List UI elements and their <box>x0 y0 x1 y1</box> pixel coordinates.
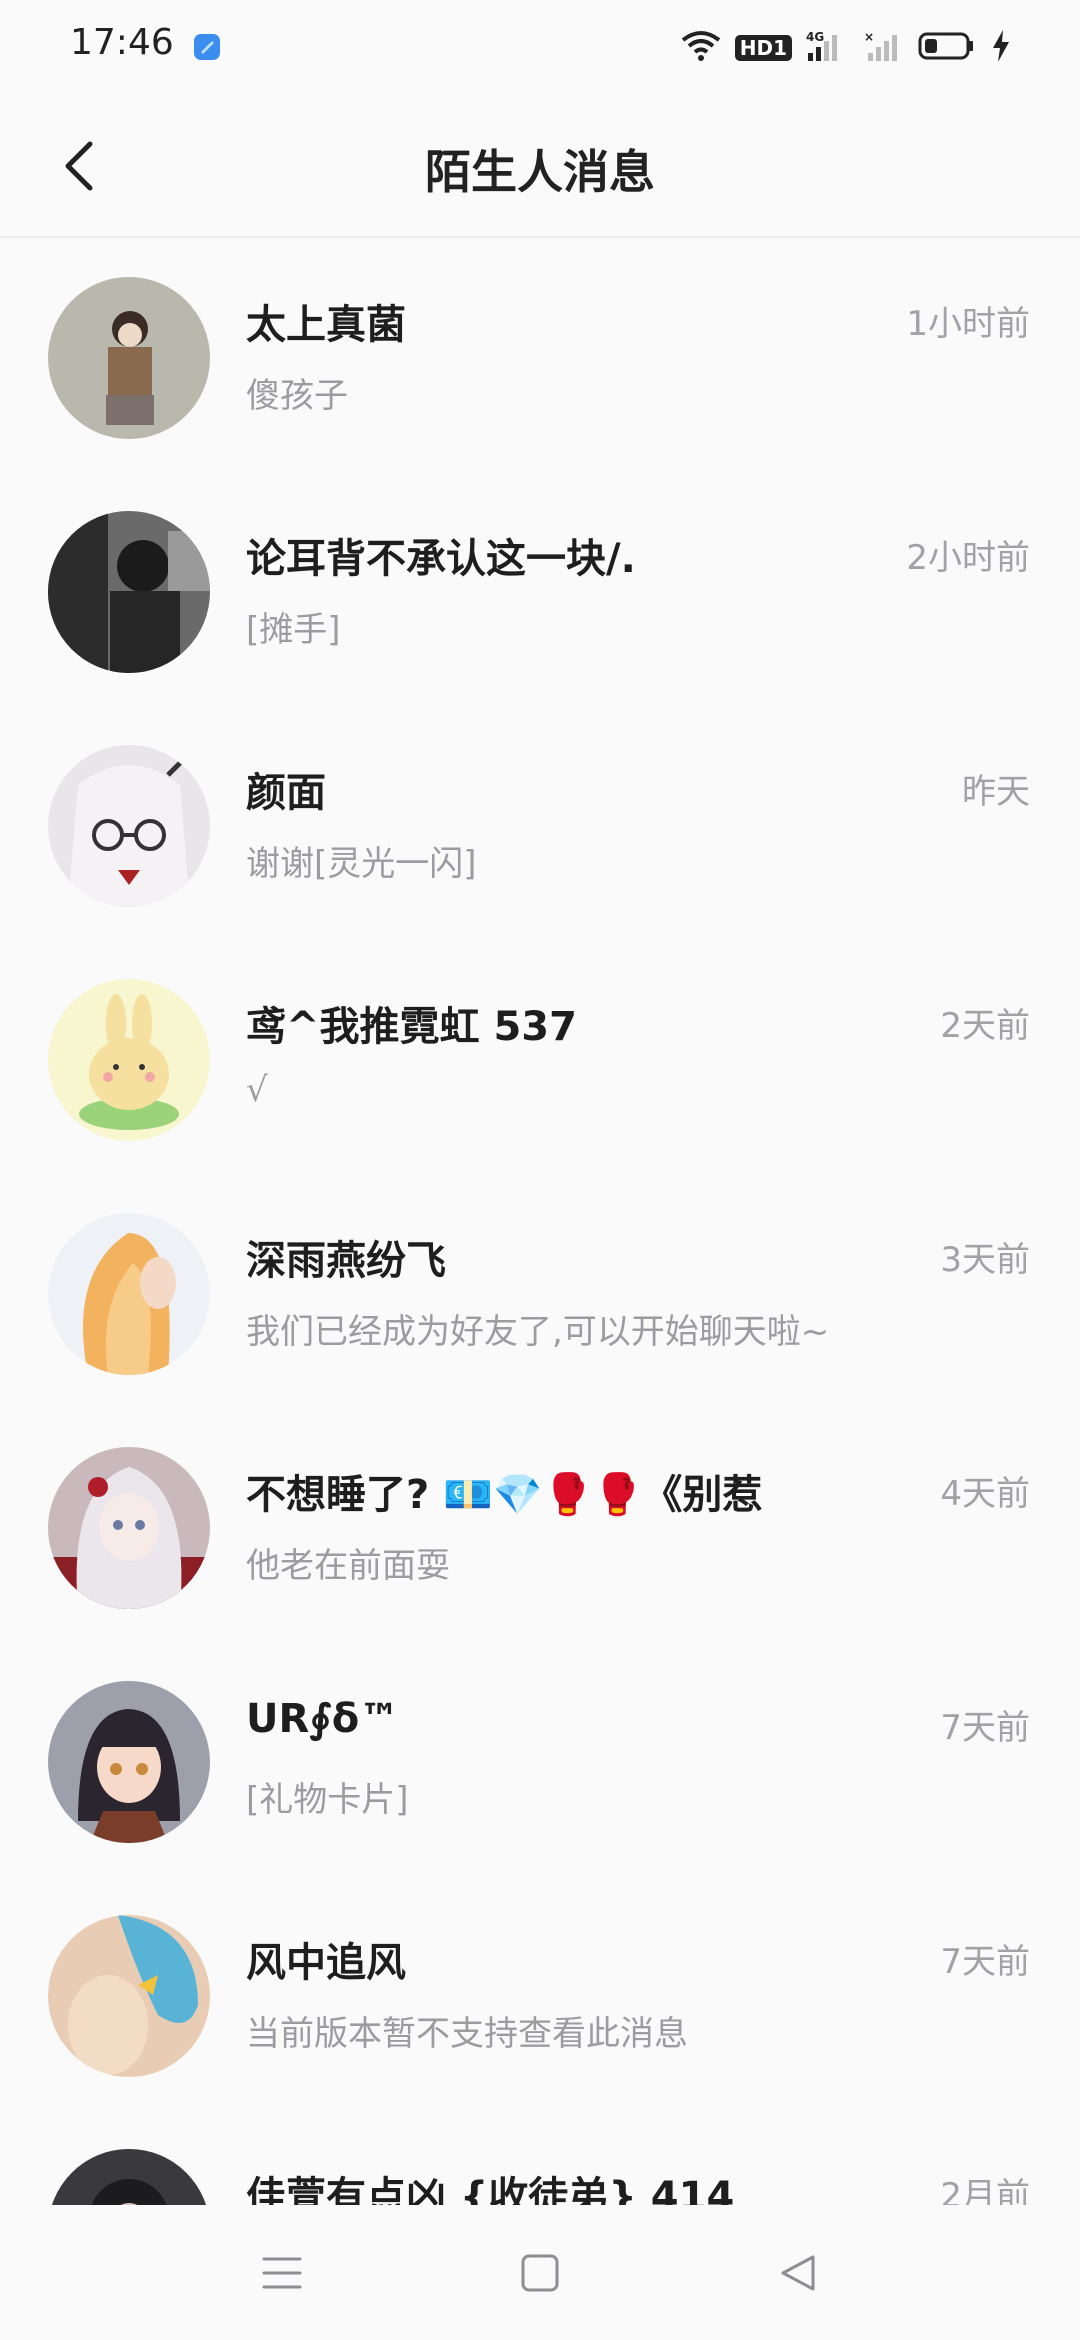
message-preview: 我们已经成为好友了,可以开始聊天啦~ <box>246 1312 830 1352</box>
message-time: 4天前 <box>940 1474 1030 1514</box>
home-square-icon <box>521 2254 559 2292</box>
menu-button[interactable] <box>252 2243 312 2303</box>
message-time: 3天前 <box>940 1240 1030 1280</box>
wifi-icon <box>681 30 721 66</box>
conversation-row[interactable]: 太上真菌 1小时前 傻孩子 <box>0 240 1080 474</box>
contact-name: 颜面 <box>246 770 326 816</box>
status-time: 17:46 <box>70 22 174 63</box>
message-time: 7天前 <box>940 1708 1030 1748</box>
avatar[interactable] <box>48 979 210 1141</box>
battery-icon <box>918 30 978 66</box>
message-time: 1小时前 <box>906 304 1030 344</box>
conversation-row[interactable]: 颜面 昨天 谢谢[灵光一闪] <box>0 708 1080 942</box>
page-title: 陌生人消息 <box>425 145 655 199</box>
app-notification-icon <box>192 32 222 62</box>
home-button[interactable] <box>510 2243 570 2303</box>
contact-name: 太上真菌 <box>246 302 406 348</box>
svg-text:×: × <box>864 30 874 44</box>
page-header: 陌生人消息 <box>0 96 1080 238</box>
message-preview: 谢谢[灵光一闪] <box>246 844 477 884</box>
message-preview: 他老在前面耍 <box>246 1546 450 1586</box>
message-time: 2天前 <box>940 1006 1030 1046</box>
conversation-row[interactable]: 风中追风 7天前 当前版本暂不支持查看此消息 <box>0 1878 1080 2112</box>
avatar[interactable] <box>48 511 210 673</box>
message-preview: 当前版本暂不支持查看此消息 <box>246 2014 688 2054</box>
message-time: 7天前 <box>940 1942 1030 1982</box>
signal-4g-icon: 4G <box>806 29 850 67</box>
message-preview: 傻孩子 <box>246 376 348 416</box>
svg-text:4G: 4G <box>806 30 824 44</box>
message-time: 昨天 <box>962 772 1030 812</box>
conversation-list[interactable]: 太上真菌 1小时前 傻孩子 论耳背不承认这一块/. 2小时前 [摊手] 颜面 昨… <box>0 240 1080 2205</box>
avatar[interactable] <box>48 745 210 907</box>
conversation-row[interactable]: 不想睡了? 💶💎🥊🥊《别惹 4天前 他老在前面耍 <box>0 1410 1080 1644</box>
contact-name: 佳萱有点凶 {收徒弟} 414 <box>246 2174 735 2205</box>
conversation-row[interactable]: 论耳背不承认这一块/. 2小时前 [摊手] <box>0 474 1080 708</box>
back-nav-button[interactable] <box>768 2243 828 2303</box>
menu-icon <box>262 2257 302 2289</box>
system-nav-bar <box>0 2205 1080 2340</box>
contact-name: 不想睡了? 💶💎🥊🥊《别惹 <box>246 1472 763 1518</box>
conversation-row[interactable]: 鸢^我推霓虹 537 2天前 √ <box>0 942 1080 1176</box>
contact-name: 鸢^我推霓虹 537 <box>246 1004 577 1050</box>
conversation-row[interactable]: 佳萱有点凶 {收徒弟} 414 2月前 <box>0 2112 1080 2205</box>
charging-icon <box>992 30 1010 66</box>
back-triangle-icon <box>781 2255 815 2291</box>
message-preview: √ <box>246 1070 268 1110</box>
contact-name: 论耳背不承认这一块/. <box>246 536 636 582</box>
message-time: 2月前 <box>940 2176 1030 2205</box>
message-time: 2小时前 <box>906 538 1030 578</box>
message-preview: [摊手] <box>246 610 341 650</box>
hd-badge: HD1 <box>734 35 792 61</box>
contact-name: 风中追风 <box>246 1940 406 1986</box>
contact-name: 深雨燕纷飞 <box>246 1238 446 1284</box>
avatar[interactable] <box>48 1447 210 1609</box>
status-bar: 17:46 HD1 4G × <box>0 0 1080 96</box>
signal-no-sim-icon: × <box>864 29 904 67</box>
contact-name: UR∮δ™ <box>246 1696 400 1742</box>
avatar[interactable] <box>48 1213 210 1375</box>
avatar[interactable] <box>48 277 210 439</box>
conversation-row[interactable]: UR∮δ™ 7天前 [礼物卡片] <box>0 1644 1080 1878</box>
status-icons: HD1 4G × <box>681 26 1010 70</box>
avatar[interactable] <box>48 2149 210 2205</box>
message-preview: [礼物卡片] <box>246 1780 409 1820</box>
avatar[interactable] <box>48 1915 210 2077</box>
conversation-row[interactable]: 深雨燕纷飞 3天前 我们已经成为好友了,可以开始聊天啦~ <box>0 1176 1080 1410</box>
avatar[interactable] <box>48 1681 210 1843</box>
